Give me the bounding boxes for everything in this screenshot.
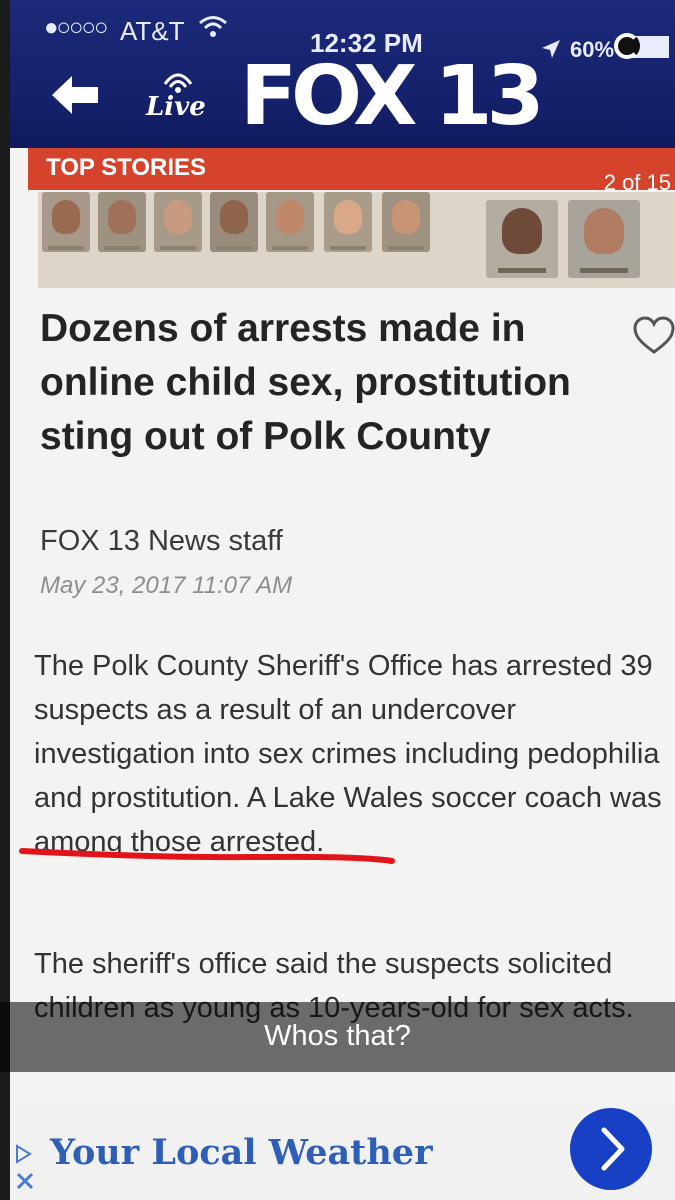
wifi-icon [198, 14, 228, 45]
ad-go-button[interactable] [570, 1108, 652, 1190]
snap-caption: Whos that? [264, 1020, 411, 1052]
top-stories-bar[interactable]: TOP STORIES 2 of 15 [28, 148, 675, 195]
mugshot [568, 200, 640, 278]
mugshot [210, 192, 258, 252]
live-logo[interactable]: Live [140, 68, 220, 128]
mugshot [382, 192, 430, 252]
app-header: ●○○○○ AT&T 12:32 PM 60% Live FOX 13 [10, 0, 675, 148]
mugshot [154, 192, 202, 252]
mugshot [98, 192, 146, 252]
chevron-right-icon [601, 1127, 625, 1171]
battery-percent: 60% [570, 37, 615, 62]
mugshot [42, 192, 90, 252]
ad-text[interactable]: Your Local Weather [50, 1132, 433, 1173]
back-arrow-icon[interactable] [50, 74, 100, 116]
article-photo[interactable] [38, 192, 675, 288]
fox13-logo: FOX 13 [240, 49, 545, 144]
battery-tip [665, 41, 669, 51]
article-byline: FOX 13 News staff [40, 525, 283, 557]
adchoices-icon[interactable] [14, 1144, 40, 1194]
assistive-touch-icon[interactable] [614, 33, 640, 59]
carrier-name: AT&T [120, 16, 185, 46]
mugshot [324, 192, 372, 252]
broadcast-icon [163, 73, 193, 93]
ad-banner[interactable]: Your Local Weather [10, 1102, 675, 1200]
location-icon [540, 38, 562, 66]
status-bar: ●○○○○ AT&T 12:32 PM 60% [10, 0, 675, 62]
mugshot [266, 192, 314, 252]
signal-strength: ●○○○○ [44, 14, 109, 41]
article-paragraph: The Polk County Sheriff's Office has arr… [34, 650, 662, 858]
live-label: Live [146, 92, 206, 122]
article-headline: Dozens of arrests made in online child s… [40, 307, 571, 458]
snap-caption-bar: Whos that? [0, 1002, 675, 1072]
article-date: May 23, 2017 11:07 AM [40, 572, 293, 599]
top-stories-label: TOP STORIES [46, 154, 207, 181]
heart-icon[interactable] [632, 316, 675, 356]
mugshot [486, 200, 558, 278]
